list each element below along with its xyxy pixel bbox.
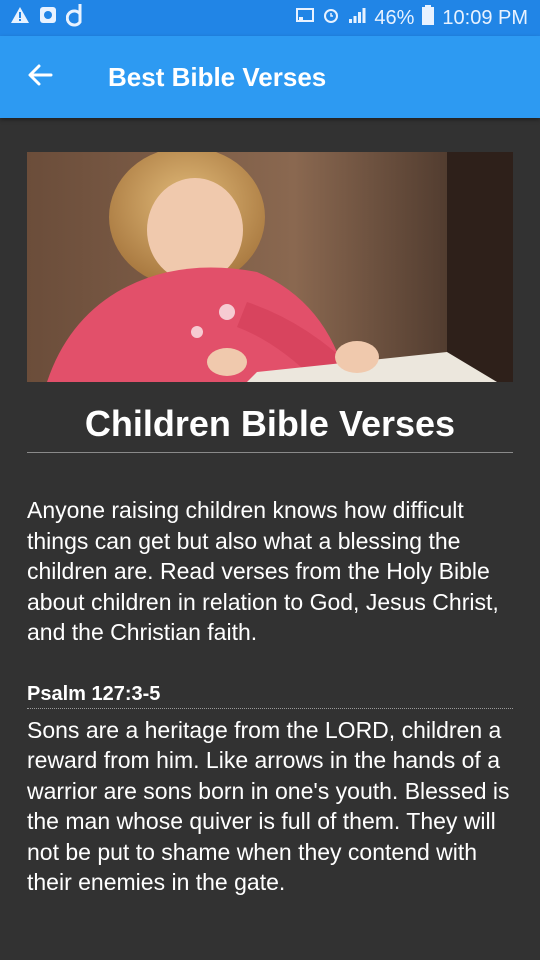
app-title: Best Bible Verses <box>108 61 327 92</box>
verse-reference: Psalm 127:3-5 <box>27 682 161 705</box>
warning-icon <box>10 5 30 31</box>
app-bar: Best Bible Verses <box>0 36 540 118</box>
title-divider <box>27 452 513 453</box>
alarm-icon <box>322 6 340 30</box>
verse-divider <box>27 707 513 709</box>
intro-paragraph: Anyone raising children knows how diffic… <box>27 497 499 645</box>
android-icon <box>38 5 58 31</box>
status-bar-right: 46% 10:09 PM <box>296 5 528 31</box>
signal-icon <box>348 6 366 30</box>
verse-text: Sons are a heritage from the LORD, child… <box>27 716 510 896</box>
battery-percent: 46% <box>374 6 415 29</box>
battery-icon <box>422 5 435 31</box>
status-bar-left <box>10 2 88 34</box>
app-d-icon <box>65 2 88 34</box>
article: Children Bible Verses Anyone raising chi… <box>27 152 513 898</box>
status-bar: 46% 10:09 PM <box>0 0 540 36</box>
page-title: Children Bible Verses <box>84 403 456 444</box>
hero-image <box>27 152 513 382</box>
cast-icon <box>296 7 315 30</box>
arrow-left-icon <box>27 62 53 93</box>
clock: 10:09 PM <box>442 6 528 29</box>
back-button[interactable] <box>12 49 68 105</box>
